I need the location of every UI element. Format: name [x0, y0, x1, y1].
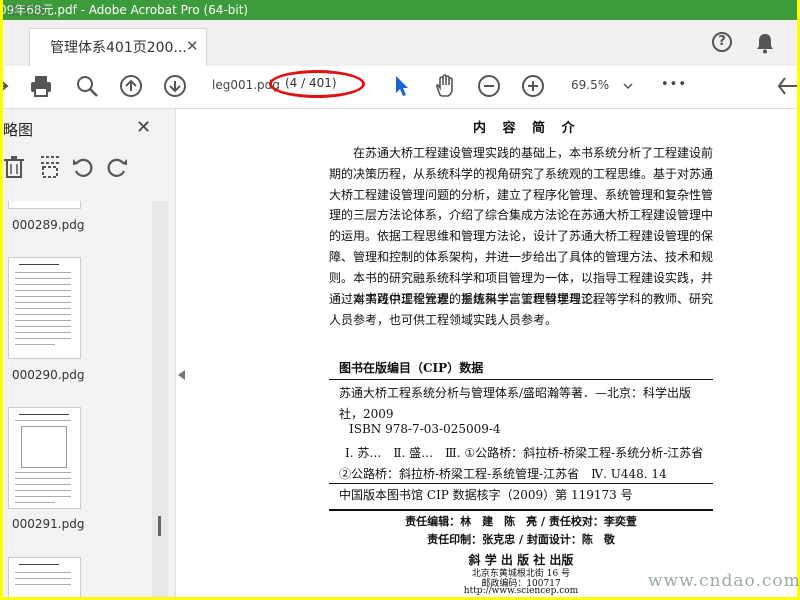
cip-top-rule — [329, 379, 713, 380]
thumbnail-page[interactable] — [8, 201, 81, 209]
thumbnails-panel: 略图 ✕ 000289.pdg 000290.pdg 000291.pdg — [3, 109, 176, 597]
document-tab-label: 管理体系401页200... — [50, 40, 187, 56]
thumbnail-label: 000289.pdg — [12, 218, 85, 232]
cip-isbn: ISBN 978-7-03-025009-4 — [349, 422, 501, 436]
page-heading: 内 容 简 介 — [473, 121, 581, 136]
rotate-right-icon[interactable] — [105, 155, 129, 183]
bell-icon[interactable] — [755, 32, 775, 58]
cip-title: 图书在版编目（CIP）数据 — [339, 361, 484, 375]
thumbnail-page[interactable] — [8, 257, 81, 359]
zoom-in-icon[interactable] — [521, 74, 545, 98]
help-icon[interactable]: ? — [712, 32, 732, 52]
thumbnail-label: 000291.pdg — [12, 517, 85, 531]
acrobat-window: 09年68元.pdf - Adobe Acrobat Pro (64-bit) … — [3, 0, 797, 597]
cndao-watermark: www.cndao.com — [648, 571, 800, 591]
document-tab[interactable]: 管理体系401页200... ✕ — [29, 28, 207, 66]
tab-bar: 管理体系401页200... ✕ ? — [3, 20, 797, 66]
next-page-icon[interactable] — [163, 74, 187, 98]
extract-pages-icon[interactable] — [39, 155, 61, 183]
share-icon[interactable] — [777, 74, 797, 98]
zoom-out-icon[interactable] — [477, 74, 501, 98]
toolbar: leg001.pdg (4 / 401) 69.5% ••• — [3, 66, 797, 109]
zoom-dropdown-icon[interactable] — [623, 82, 633, 90]
cip-middle-rule — [329, 483, 713, 484]
thumbnail-label: 000290.pdg — [12, 368, 85, 382]
printers-line: 责任印制：张克忠 / 封面设计：陈 敬 — [427, 533, 615, 546]
pdf-page: 内 容 简 介 在苏通大桥工程建设管理实践的基础上，本书系统分析了工程建设前期的… — [193, 109, 797, 597]
rotate-left-icon[interactable] — [71, 155, 95, 183]
document-view[interactable]: 内 容 简 介 在苏通大桥工程建设管理实践的基础上，本书系统分析了工程建设前期的… — [193, 109, 797, 597]
delete-icon[interactable] — [3, 155, 25, 183]
thumbnail-scroll-thumb[interactable] — [158, 516, 161, 536]
print-icon[interactable] — [29, 74, 53, 98]
site-watermark-logo: 百家网 — [7, 4, 47, 19]
thumbnail-page[interactable] — [8, 557, 81, 597]
summary-paragraph-2: 本书可供工程管理、系统科学、管理科学与工程等学科的教师、研究人员参考，也可供工程… — [329, 292, 714, 327]
thumbnail-page[interactable] — [8, 407, 81, 509]
thumbnail-list: 000289.pdg 000290.pdg 000291.pdg — [3, 201, 168, 597]
close-panel-icon[interactable]: ✕ — [136, 117, 151, 138]
zoom-search-icon[interactable] — [75, 74, 99, 98]
hand-tool-icon[interactable] — [433, 74, 457, 98]
previous-page-icon[interactable] — [119, 74, 143, 98]
title-bar: 09年68元.pdf - Adobe Acrobat Pro (64-bit) — [3, 0, 797, 20]
cip-bottom-rule — [329, 509, 713, 511]
editors-line: 责任编辑：林 建 陈 亮 / 责任校对：李奕萱 — [405, 515, 637, 528]
zoom-level[interactable]: 69.5% — [571, 78, 609, 92]
cip-record-number: 中国版本图书馆 CIP 数据核字（2009）第 119173 号 — [339, 488, 633, 502]
cip-classification: Ⅰ. 苏… Ⅱ. 盛… Ⅲ. ①公路桥：斜拉桥-桥梁工程-系统分析-江苏省②公路… — [339, 446, 704, 481]
red-highlight-circle — [269, 70, 365, 98]
select-cursor-icon[interactable] — [393, 74, 411, 98]
thumbnails-panel-title: 略图 — [3, 121, 34, 139]
thumbnail-scrollbar[interactable] — [152, 201, 168, 597]
summary-paragraph-1: 在苏通大桥工程建设管理实践的基础上，本书系统分析了工程建设前期的决策历程，从系统… — [329, 146, 714, 306]
collapse-panel-icon[interactable] — [178, 370, 185, 380]
more-tools-icon[interactable]: ••• — [661, 77, 687, 92]
close-tab-icon[interactable]: ✕ — [186, 37, 199, 55]
back-arrow-icon[interactable] — [3, 77, 9, 95]
